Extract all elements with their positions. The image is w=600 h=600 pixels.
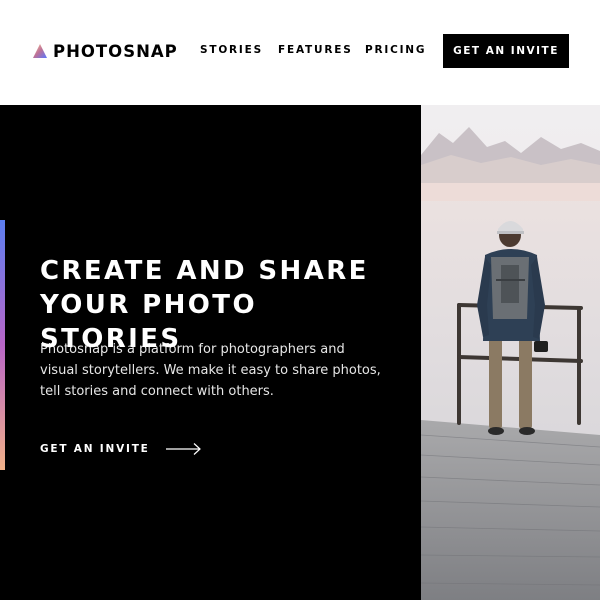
get-invite-button[interactable]: GET AN INVITE	[443, 34, 569, 68]
nav-link-pricing[interactable]: PRICING	[365, 44, 426, 56]
hero-description: Photosnap is a platform for photographer…	[40, 342, 381, 399]
nav-link-stories[interactable]: STORIES	[200, 44, 263, 56]
brand-logo[interactable]: PHOTOSNAP	[32, 40, 178, 62]
gradient-accent-bar	[0, 220, 5, 470]
brand-name: PHOTOSNAP	[53, 41, 178, 61]
hero-invite-link[interactable]: GET AN INVITE	[40, 441, 202, 457]
photographer-on-pier-image	[421, 105, 600, 600]
hero-title-line-1: CREATE AND SHARE	[40, 256, 369, 286]
hero-photo	[421, 105, 600, 600]
triangle-logo-icon	[33, 44, 47, 58]
nav-link-features[interactable]: FEATURES	[278, 44, 353, 56]
arrow-right-icon	[165, 443, 201, 455]
site-header: PHOTOSNAP STORIES FEATURES PRICING GET A…	[0, 0, 600, 105]
hero-invite-label: GET AN INVITE	[40, 443, 150, 455]
